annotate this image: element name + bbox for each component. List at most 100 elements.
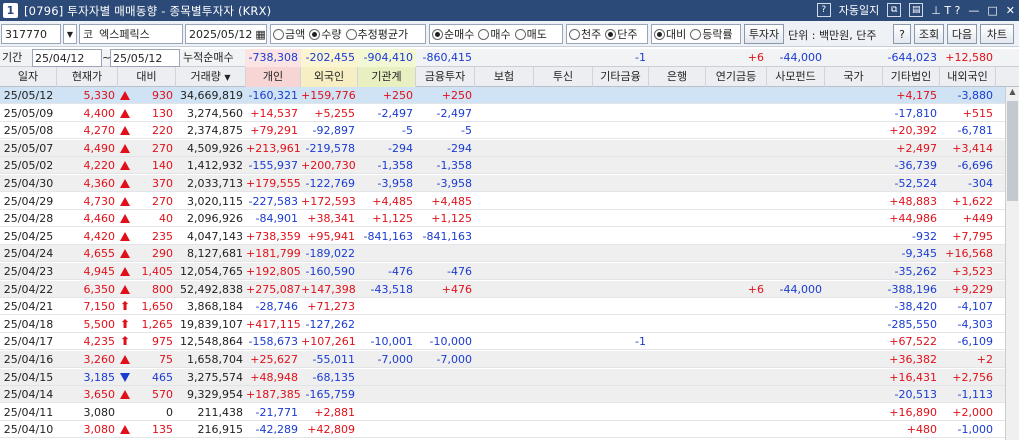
table-row[interactable]: 25/04/14 3,650 570 9,329,954 +187,385 -165,75… xyxy=(0,386,1005,404)
up-triangle-icon xyxy=(120,267,130,276)
radio-sell[interactable]: 매도 xyxy=(514,26,547,42)
col-other-corp[interactable]: 기타법인 xyxy=(883,67,940,87)
col-private-fund[interactable]: 사모펀드 xyxy=(767,67,825,87)
cell-domestic-foreign: -3,880 xyxy=(957,89,993,102)
radio-compare[interactable]: 대비 xyxy=(654,26,686,42)
col-volume[interactable]: 거래량 ▼ xyxy=(176,67,246,87)
cell-price: 4,945 xyxy=(83,265,116,278)
code-dropdown-icon[interactable]: ▼ xyxy=(63,24,77,44)
cell-individual: +25,627 xyxy=(250,353,298,366)
auto-log-icon[interactable]: ? xyxy=(816,3,831,17)
col-change[interactable]: 대비 xyxy=(118,67,176,87)
sort-down-icon[interactable]: ▼ xyxy=(224,73,230,82)
minimize-icon[interactable]: — xyxy=(968,4,979,17)
table-row[interactable]: 25/05/12 5,330 930 34,669,819 -160,321 +159,7… xyxy=(0,87,1005,104)
table-row[interactable]: 25/05/08 4,270 220 2,374,875 +79,291 -92,897 -… xyxy=(0,122,1005,140)
link-icon[interactable]: ⧉ xyxy=(887,3,902,17)
table-row[interactable]: 25/04/23 4,945 1,405 12,054,765 +192,805 -160… xyxy=(0,263,1005,280)
cell-foreign: +42,809 xyxy=(307,423,355,437)
table-row[interactable]: 25/05/02 4,220 140 1,412,932 -155,937 +200,73… xyxy=(0,157,1005,175)
cell-volume: 4,509,926 xyxy=(187,141,243,155)
col-nation[interactable]: 국가 xyxy=(825,67,883,87)
cell-other-corp: -388,196 xyxy=(887,282,937,296)
cell-domestic-foreign: +1,622 xyxy=(952,194,993,208)
auto-log-label[interactable]: 자동일지 xyxy=(839,2,879,18)
col-individual[interactable]: 개인 xyxy=(246,67,301,87)
cell-finance: +476 xyxy=(441,282,472,296)
cell-price: 3,080 xyxy=(83,423,116,437)
radio-change-rate[interactable]: 등락률 xyxy=(690,26,733,42)
help-icons[interactable]: ⊥ T ? xyxy=(931,4,960,17)
period-from-input[interactable]: 25/04/12 ▦ xyxy=(32,49,102,83)
change-value: 220 xyxy=(152,124,173,138)
copy-icon[interactable]: ▤ xyxy=(909,3,924,17)
cell-other-corp: +44,986 xyxy=(889,212,937,226)
radio-single-shares[interactable]: 단주 xyxy=(605,26,638,42)
cell-private-fund xyxy=(767,157,825,174)
table-row[interactable]: 25/04/21 7,150 ⬆ 1,650 3,868,184 -28,746 +71,2… xyxy=(0,298,1005,316)
help-button[interactable]: ? xyxy=(893,24,911,44)
cell-domestic-foreign: +9,229 xyxy=(952,282,993,296)
cell-other-fin xyxy=(593,105,649,122)
col-domestic-foreign[interactable]: 내외국인 xyxy=(940,67,996,87)
maximize-icon[interactable]: □ xyxy=(987,4,997,17)
table-row[interactable]: 25/04/24 4,655 290 8,127,681 +181,799 -189,02… xyxy=(0,245,1005,263)
cell-other-corp: -20,513 xyxy=(894,388,937,402)
date-input[interactable]: 2025/05/12 ▦ xyxy=(185,24,267,44)
table-row[interactable]: 25/04/11 3,080 0 211,438 -21,771 +2,881 +16,89… xyxy=(0,404,1005,421)
col-bank[interactable]: 은행 xyxy=(649,67,706,87)
sum-domestic-foreign: +12,580 xyxy=(945,51,993,64)
calendar-icon[interactable]: ▦ xyxy=(255,28,265,41)
col-insurance[interactable]: 보험 xyxy=(475,67,534,87)
radio-thousand-shares[interactable]: 천주 xyxy=(569,26,601,42)
col-trust[interactable]: 투신 xyxy=(534,67,593,87)
cell-foreign: +107,261 xyxy=(301,335,356,349)
col-pension[interactable]: 연기금등 xyxy=(706,67,767,87)
table-row[interactable]: 25/05/09 4,400 130 3,274,560 +14,537 +5,255 -2… xyxy=(0,105,1005,122)
close-icon[interactable]: ✕ xyxy=(1006,4,1015,17)
cell-institution: -5 xyxy=(402,124,413,138)
table-row[interactable]: 25/04/18 5,500 ⬆ 1,265 19,839,107 +417,115 -12… xyxy=(0,316,1005,333)
col-price[interactable]: 현재가 xyxy=(57,67,118,87)
table-row[interactable]: 25/04/15 3,185 465 3,275,574 +48,948 -68,135 +… xyxy=(0,368,1005,386)
cell-foreign: -219,578 xyxy=(305,141,355,155)
table-row[interactable]: 25/05/07 4,490 270 4,509,926 +213,961 -219,57… xyxy=(0,139,1005,157)
stock-name-field[interactable]: 코 엑스페릭스 xyxy=(79,24,183,44)
cell-finance: -294 xyxy=(447,141,472,155)
next-button[interactable]: 다음 xyxy=(947,24,977,44)
search-button[interactable]: 조회 xyxy=(914,24,944,44)
table-row[interactable]: 25/04/22 6,350 800 52,492,838 +275,087 +147,3… xyxy=(0,280,1005,298)
radio-label: 단주 xyxy=(617,28,638,41)
cell-price: 5,330 xyxy=(83,89,116,102)
table-row[interactable]: 25/04/10 3,080 135 216,915 -42,289 +42,809 +48… xyxy=(0,421,1005,439)
scroll-thumb[interactable] xyxy=(1007,101,1018,201)
radio-avg-price[interactable]: 추정평균가 xyxy=(345,26,408,42)
vertical-scrollbar[interactable]: ▲ xyxy=(1005,87,1019,440)
col-institution[interactable]: 기관계 xyxy=(358,67,416,87)
col-finance[interactable]: 금융투자 xyxy=(416,67,475,87)
col-foreign[interactable]: 외국인 xyxy=(301,67,358,87)
sum-nation xyxy=(825,49,883,67)
radio-quantity[interactable]: 수량 xyxy=(309,26,342,42)
table-row[interactable]: 25/04/17 4,235 ⬆ 975 12,548,864 -158,673 +107,… xyxy=(0,333,1005,351)
table-row[interactable]: 25/04/29 4,730 270 3,020,115 -227,583 +172,59… xyxy=(0,193,1005,210)
radio-dot xyxy=(345,28,357,40)
cell-price: 3,185 xyxy=(83,370,116,384)
radio-net-buy[interactable]: 순매수 xyxy=(432,26,474,42)
chart-button[interactable]: 차트 xyxy=(980,24,1014,44)
radio-buy[interactable]: 매수 xyxy=(478,26,511,42)
col-date[interactable]: 일자 xyxy=(0,67,57,87)
stock-code-input[interactable]: 317770 xyxy=(1,24,61,44)
col-other-fin[interactable]: 기타금융 xyxy=(593,67,649,87)
cell-domestic-foreign: +2,756 xyxy=(952,370,993,384)
table-row[interactable]: 25/04/16 3,260 75 1,658,704 +25,627 -55,011 -7… xyxy=(0,351,1005,368)
table-row[interactable]: 25/04/25 4,420 235 4,047,143 +738,359 +95,941… xyxy=(0,228,1005,245)
period-to-input[interactable]: 25/05/12 ▦ xyxy=(110,49,180,83)
cell-change: 130 xyxy=(118,105,176,122)
table-row[interactable]: 25/04/28 4,460 40 2,096,926 -84,901 +38,341 +1… xyxy=(0,210,1005,228)
investor-button[interactable]: 투자자 xyxy=(744,24,784,44)
table-row[interactable]: 25/04/30 4,360 370 2,033,713 +179,555 -122,76… xyxy=(0,175,1005,192)
radio-amount[interactable]: 금액 xyxy=(273,26,305,42)
cell-date: 25/04/28 xyxy=(3,212,54,226)
scroll-up-icon[interactable]: ▲ xyxy=(1006,87,1019,100)
